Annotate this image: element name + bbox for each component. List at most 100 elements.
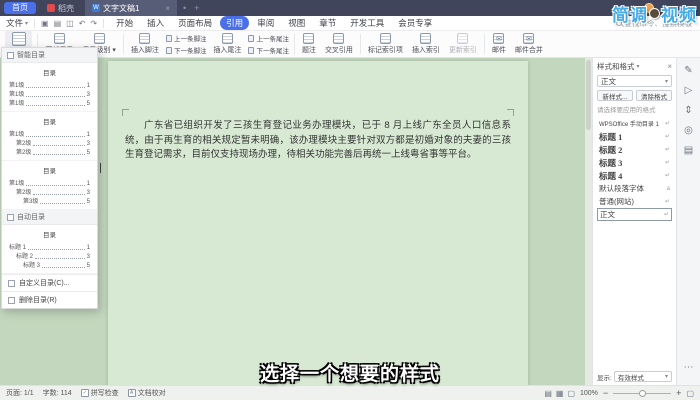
- view-mode-icon-2[interactable]: ▦: [556, 389, 564, 398]
- status-item[interactable]: 字数: 114: [43, 388, 72, 398]
- references-ribbon: 目录 ▾更新目录目录级别 ▾插入脚注上一条脚注下一条脚注插入尾注上一条尾注下一条…: [0, 31, 700, 58]
- chevron-down-icon[interactable]: ▾: [637, 63, 640, 70]
- ribbon-item-icon: [333, 33, 344, 44]
- document-page[interactable]: 广东省已组织开发了三孩生育登记业务办理模块，已于 8 月上线广东全员人口信息系统…: [108, 61, 528, 385]
- clipboard-icon[interactable]: ▤: [684, 146, 693, 156]
- menu-tab-会员专享[interactable]: 会员专享: [392, 16, 438, 30]
- zoom-slider-knob[interactable]: [639, 390, 646, 397]
- status-item[interactable]: 页面: 1/1: [6, 388, 34, 398]
- footnote-nav-icon: [248, 47, 254, 54]
- style-item-标题 4[interactable]: 标题 4↵: [597, 169, 672, 182]
- scrollbar-thumb[interactable]: [586, 60, 591, 130]
- ribbon-item-icon: [380, 33, 391, 44]
- view-mode-icon-3[interactable]: ▢: [567, 389, 575, 398]
- toc-preview-row: 第1级5: [9, 98, 90, 107]
- menu-tab-审阅[interactable]: 审阅: [251, 16, 280, 30]
- redo-icon[interactable]: ↷: [90, 19, 97, 28]
- delete-toc-item[interactable]: 删除目录(R): [2, 291, 97, 308]
- menu-tab-插入[interactable]: 插入: [141, 16, 170, 30]
- current-style-dropdown[interactable]: 正文 ▾: [597, 75, 672, 87]
- new-style-button[interactable]: 新样式...: [597, 90, 633, 101]
- ribbon-button-下一条脚注[interactable]: 下一条脚注: [166, 45, 207, 55]
- style-item-普通(网站)[interactable]: 普通(网站)↵: [597, 195, 672, 208]
- ribbon-button-上一条脚注[interactable]: 上一条脚注: [166, 33, 207, 43]
- panel-close-icon[interactable]: ×: [667, 62, 672, 71]
- document-paragraph[interactable]: 广东省已组织开发了三孩生育登记业务办理模块，已于 8 月上线广东全员人口信息系统…: [125, 119, 511, 163]
- menu-tab-页面布局[interactable]: 页面布局: [172, 16, 218, 30]
- preview-icon[interactable]: ◫: [66, 19, 74, 28]
- main-area: 广东省已组织开发了三孩生育登记业务办理模块，已于 8 月上线广东全员人口信息系统…: [0, 58, 700, 385]
- custom-toc-item[interactable]: 自定义目录(C)...: [2, 274, 97, 291]
- status-item[interactable]: ✓拼写检查: [81, 388, 119, 398]
- watermark-text-left: 简调: [612, 1, 648, 26]
- style-item-默认段落字体[interactable]: 默认段落字体a: [597, 182, 672, 195]
- panel-header: 样式和格式 ▾ ×: [597, 61, 672, 72]
- delete-toc-icon: [8, 297, 15, 304]
- undo-icon[interactable]: ↶: [79, 19, 86, 28]
- ribbon-button-更新索引[interactable]: 更新索引: [447, 33, 479, 55]
- ribbon-item-icon: [303, 33, 314, 44]
- new-tab-button[interactable]: +: [192, 3, 201, 13]
- status-item[interactable]: A文档校对: [128, 388, 166, 398]
- smart-toc-style-3[interactable]: 目录第1级1第2级3第3级5: [2, 161, 97, 210]
- tab-close-icon[interactable]: ×: [165, 4, 170, 13]
- document-icon: W: [92, 4, 100, 12]
- ribbon-button-邮件合并[interactable]: ✉邮件合并: [513, 33, 545, 55]
- edit-pen-icon[interactable]: ✎: [684, 66, 692, 76]
- toc-preview-row: 标题 11: [9, 242, 90, 251]
- print-icon[interactable]: ▤: [54, 19, 62, 28]
- home-button[interactable]: 首页: [4, 2, 36, 14]
- quick-access-toolbar: ▣ ▤ ◫ ↶ ↷: [41, 19, 97, 28]
- menu-tab-视图[interactable]: 视图: [282, 16, 311, 30]
- docer-tab-label: 稻壳: [58, 3, 74, 14]
- clear-format-button[interactable]: 清除格式: [636, 90, 672, 101]
- save-icon[interactable]: ▣: [41, 19, 49, 28]
- fullscreen-icon[interactable]: ▢: [686, 389, 694, 398]
- ribbon-button-下一条尾注[interactable]: 下一条尾注: [248, 45, 289, 55]
- ribbon-button-邮件[interactable]: ✉邮件: [490, 33, 508, 55]
- toc-dropdown-panel: 智能目录目录第1级1第1级3第1级5目录第1级1第2级3第2级5目录第1级1第2…: [1, 47, 98, 309]
- ribbon-button-交叉引用[interactable]: 交叉引用: [323, 33, 355, 55]
- select-cursor-icon[interactable]: ▷: [685, 86, 693, 96]
- menu-tab-开发工具[interactable]: 开发工具: [344, 16, 390, 30]
- smart-toc-style-2[interactable]: 目录第1级1第2级3第2级5: [2, 112, 97, 161]
- ribbon-button-插入脚注[interactable]: 插入脚注: [129, 33, 161, 55]
- find-replace-icon[interactable]: ◎: [684, 126, 693, 136]
- ribbon-button-题注[interactable]: 题注: [300, 33, 318, 55]
- ribbon-button-上一条尾注[interactable]: 上一条尾注: [248, 33, 289, 43]
- ribbon-button-标记索引项[interactable]: 标记索引项: [366, 33, 405, 55]
- ribbon-button-插入尾注[interactable]: 插入尾注: [211, 33, 243, 55]
- docer-icon: [47, 4, 55, 12]
- zoom-slider[interactable]: [613, 393, 671, 394]
- divider: [34, 19, 35, 28]
- style-item-标题 1[interactable]: 标题 1↵: [597, 130, 672, 143]
- toc-preview-row: 第2级5: [9, 147, 90, 156]
- file-menu[interactable]: 文件▾: [6, 17, 28, 29]
- ribbon-item-icon: ✉: [523, 33, 534, 44]
- zoom-in-button[interactable]: +: [676, 389, 681, 398]
- title-bar: 首页 稻壳 W 文字文稿1 × • + —□×: [0, 0, 700, 16]
- vertical-scrollbar[interactable]: [585, 58, 592, 385]
- menu-tab-引用[interactable]: 引用: [220, 16, 249, 30]
- style-item-正文[interactable]: 正文↵: [597, 208, 672, 221]
- menu-tab-章节[interactable]: 章节: [313, 16, 342, 30]
- status-items: 页面: 1/1 字数: 114 ✓拼写检查 A文档校对: [6, 388, 166, 398]
- tab-docer[interactable]: 稻壳: [40, 0, 81, 16]
- style-item-WPSOffice 手动目录 1[interactable]: WPSOffice 手动目录 1↵: [597, 117, 672, 130]
- style-item-标题 3[interactable]: 标题 3↵: [597, 156, 672, 169]
- ribbon-item-icon: [222, 33, 233, 44]
- zoom-level[interactable]: 100%: [580, 390, 598, 397]
- zoom-out-button[interactable]: −: [603, 389, 608, 398]
- tab-document[interactable]: W 文字文稿1 ×: [85, 0, 177, 16]
- wps-writer-window: 首页 稻壳 W 文字文稿1 × • + —□× 文件▾ ▣▤◫↶↷ 开始插入页面…: [0, 0, 700, 400]
- menu-tab-开始[interactable]: 开始: [110, 16, 139, 30]
- line-spacing-icon[interactable]: ⇕: [684, 106, 692, 116]
- margin-mark-icon: [507, 109, 514, 116]
- style-item-标题 2[interactable]: 标题 2↵: [597, 143, 672, 156]
- smart-toc-style-1[interactable]: 目录第1级1第1级3第1级5: [2, 63, 97, 112]
- custom-toc-icon: [8, 280, 15, 287]
- ribbon-button-插入索引[interactable]: 插入索引: [410, 33, 442, 55]
- view-mode-icon-1[interactable]: ▤: [544, 389, 552, 398]
- auto-toc-style[interactable]: 目录标题 11标题 23标题 35: [2, 225, 97, 274]
- sync-status-icon: •: [181, 3, 188, 13]
